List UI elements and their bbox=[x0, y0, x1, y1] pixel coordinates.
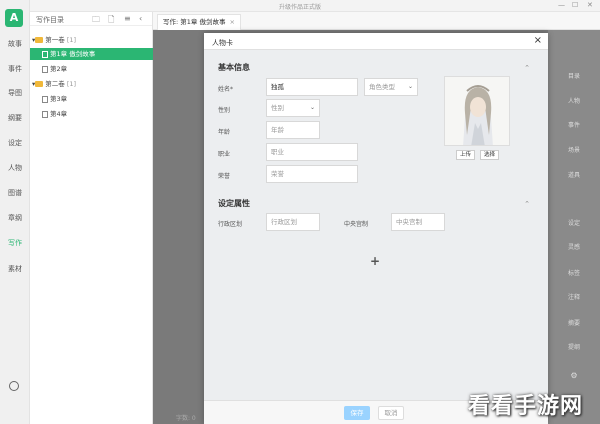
dialog-title: 人物卡 bbox=[212, 39, 233, 47]
tab-bar: 写作: 第1章 傲剑故事 × bbox=[153, 12, 600, 30]
editor-footer: 字数: 0 bbox=[176, 415, 196, 422]
rp-characters[interactable]: 人物 bbox=[548, 96, 600, 105]
power-icon[interactable] bbox=[9, 381, 19, 391]
chapter-label: 第3章 bbox=[50, 95, 68, 103]
tab-chapter-1[interactable]: 写作: 第1章 傲剑故事 × bbox=[157, 14, 241, 30]
collapse-basic-icon[interactable]: ⌃ bbox=[524, 64, 530, 72]
minimize-icon[interactable]: — bbox=[558, 1, 565, 9]
rp-scenes[interactable]: 场景 bbox=[548, 145, 600, 154]
role-type-select[interactable]: 角色类型 ⌄ bbox=[364, 78, 418, 96]
title-bar: 升级作品正式版 — ☐ ✕ bbox=[0, 0, 600, 12]
folder-icon bbox=[35, 81, 44, 87]
honor-label: 荣誉 bbox=[218, 173, 231, 180]
document-icon bbox=[42, 50, 48, 58]
age-label: 年龄 bbox=[218, 129, 231, 136]
menu-icon[interactable]: ≡ bbox=[124, 14, 131, 23]
job-field[interactable]: 职业 bbox=[266, 143, 358, 161]
volume-count: [1] bbox=[66, 80, 77, 88]
portrait-illustration bbox=[445, 77, 509, 145]
rp-summary[interactable]: 摘要 bbox=[548, 318, 600, 327]
rp-tags[interactable]: 标签 bbox=[548, 268, 600, 277]
nav-story[interactable]: 故事 bbox=[0, 39, 30, 49]
upload-button[interactable]: 上传 bbox=[456, 150, 476, 160]
collapse-panel-icon[interactable]: ‹ bbox=[139, 14, 142, 23]
nav-settings[interactable]: 设定 bbox=[0, 138, 30, 148]
tree-chapter-2[interactable]: 第2章 bbox=[30, 63, 153, 75]
writing-tree-panel: 写作目录 🗀 🗋 ≡ ‹ ▾ 第一卷 [1] 第1章 傲剑故事 第2章 ▾ 第二卷 … bbox=[30, 12, 153, 424]
gender-select[interactable]: 性别 ⌄ bbox=[266, 99, 320, 117]
app-logo-icon: A bbox=[5, 9, 23, 27]
region-field[interactable]: 行政区划 bbox=[266, 213, 320, 231]
gender-value: 性别 bbox=[271, 104, 284, 112]
collapse-attributes-icon[interactable]: ⌃ bbox=[524, 200, 530, 208]
tree-chapter-4[interactable]: 第4章 bbox=[30, 108, 153, 120]
central-label: 中央宫制 bbox=[344, 221, 369, 228]
chapter-label: 第1章 傲剑故事 bbox=[50, 50, 96, 58]
tab-label: 写作: 第1章 傲剑故事 bbox=[163, 18, 226, 26]
honor-field[interactable]: 荣誉 bbox=[266, 165, 358, 183]
tree-chapter-1[interactable]: 第1章 傲剑故事 bbox=[30, 48, 153, 60]
document-icon bbox=[42, 95, 48, 103]
document-icon bbox=[42, 110, 48, 118]
dialog-close-icon[interactable]: × bbox=[534, 35, 542, 46]
nav-writing[interactable]: 写作 bbox=[0, 238, 30, 248]
rp-settings[interactable]: 设定 bbox=[548, 218, 600, 227]
site-watermark: 看看手游网 bbox=[468, 394, 584, 419]
section-basic-info: 基本信息 bbox=[218, 63, 250, 72]
tab-close-icon[interactable]: × bbox=[229, 18, 234, 26]
rp-inspiration[interactable]: 灵感 bbox=[548, 242, 600, 251]
tree-chapter-3[interactable]: 第3章 bbox=[30, 93, 153, 105]
nav-characters[interactable]: 人物 bbox=[0, 163, 30, 173]
central-field[interactable]: 中央宫制 bbox=[391, 213, 445, 231]
right-panel: 目录 人物 事件 场景 道具 设定 灵感 标签 注释 摘要 提纲 ⚙ bbox=[548, 30, 600, 424]
rp-settings-gear-icon[interactable]: ⚙ bbox=[548, 371, 600, 380]
document-icon bbox=[42, 65, 48, 73]
add-attribute-icon[interactable]: + bbox=[370, 254, 380, 268]
gender-label: 性别 bbox=[218, 107, 231, 114]
name-label: 姓名* bbox=[218, 86, 234, 93]
tree-header: 写作目录 🗀 🗋 ≡ ‹ bbox=[30, 12, 152, 26]
rp-notes[interactable]: 注释 bbox=[548, 292, 600, 301]
section-attributes: 设定属性 bbox=[218, 199, 250, 208]
character-card-dialog: 人物卡 × 基本信息 ⌃ 姓名* 独孤 角色类型 ⌄ 性别 性别 ⌄ 年龄 年龄… bbox=[204, 33, 548, 424]
tree-header-title: 写作目录 bbox=[36, 16, 64, 24]
nav-mindmap[interactable]: 导图 bbox=[0, 88, 30, 98]
main-sidebar: A 故事 事件 导图 纲要 设定 人物 图谱 章纲 写作 素材 bbox=[0, 0, 30, 424]
cancel-button[interactable]: 取消 bbox=[378, 406, 404, 420]
character-portrait-image bbox=[444, 76, 510, 146]
region-label: 行政区划 bbox=[218, 221, 243, 228]
rp-catalog[interactable]: 目录 bbox=[548, 71, 600, 80]
chevron-down-icon: ⌄ bbox=[407, 83, 413, 90]
close-window-icon[interactable]: ✕ bbox=[587, 1, 593, 9]
name-field[interactable]: 独孤 bbox=[266, 78, 358, 96]
new-folder-icon[interactable]: 🗀 bbox=[92, 14, 100, 28]
save-button[interactable]: 保存 bbox=[344, 406, 370, 420]
nav-outline[interactable]: 纲要 bbox=[0, 113, 30, 123]
nav-chapter-outline[interactable]: 章纲 bbox=[0, 213, 30, 223]
chevron-down-icon: ⌄ bbox=[309, 104, 315, 111]
volume-label: 第二卷 bbox=[45, 80, 65, 88]
nav-materials[interactable]: 素材 bbox=[0, 264, 30, 274]
maximize-icon[interactable]: ☐ bbox=[572, 1, 578, 9]
nav-graph[interactable]: 图谱 bbox=[0, 188, 30, 198]
folder-icon bbox=[35, 37, 44, 43]
volume-count: [1] bbox=[66, 36, 77, 44]
rp-outline[interactable]: 提纲 bbox=[548, 342, 600, 351]
nav-events[interactable]: 事件 bbox=[0, 64, 30, 74]
role-type-value: 角色类型 bbox=[369, 83, 395, 91]
new-file-icon[interactable]: 🗋 bbox=[108, 14, 114, 28]
chapter-label: 第4章 bbox=[50, 110, 68, 118]
tree-volume-2[interactable]: ▾ 第二卷 [1] bbox=[30, 78, 153, 90]
rp-events[interactable]: 事件 bbox=[548, 120, 600, 129]
choose-button[interactable]: 选择 bbox=[480, 150, 500, 160]
volume-label: 第一卷 bbox=[45, 36, 65, 44]
dialog-header: 人物卡 × bbox=[204, 33, 548, 50]
window-title: 升级作品正式版 bbox=[278, 4, 321, 11]
rp-props[interactable]: 道具 bbox=[548, 170, 600, 179]
tree-volume-1[interactable]: ▾ 第一卷 [1] bbox=[30, 34, 153, 46]
job-label: 职业 bbox=[218, 151, 231, 158]
chapter-label: 第2章 bbox=[50, 65, 68, 73]
age-field[interactable]: 年龄 bbox=[266, 121, 320, 139]
